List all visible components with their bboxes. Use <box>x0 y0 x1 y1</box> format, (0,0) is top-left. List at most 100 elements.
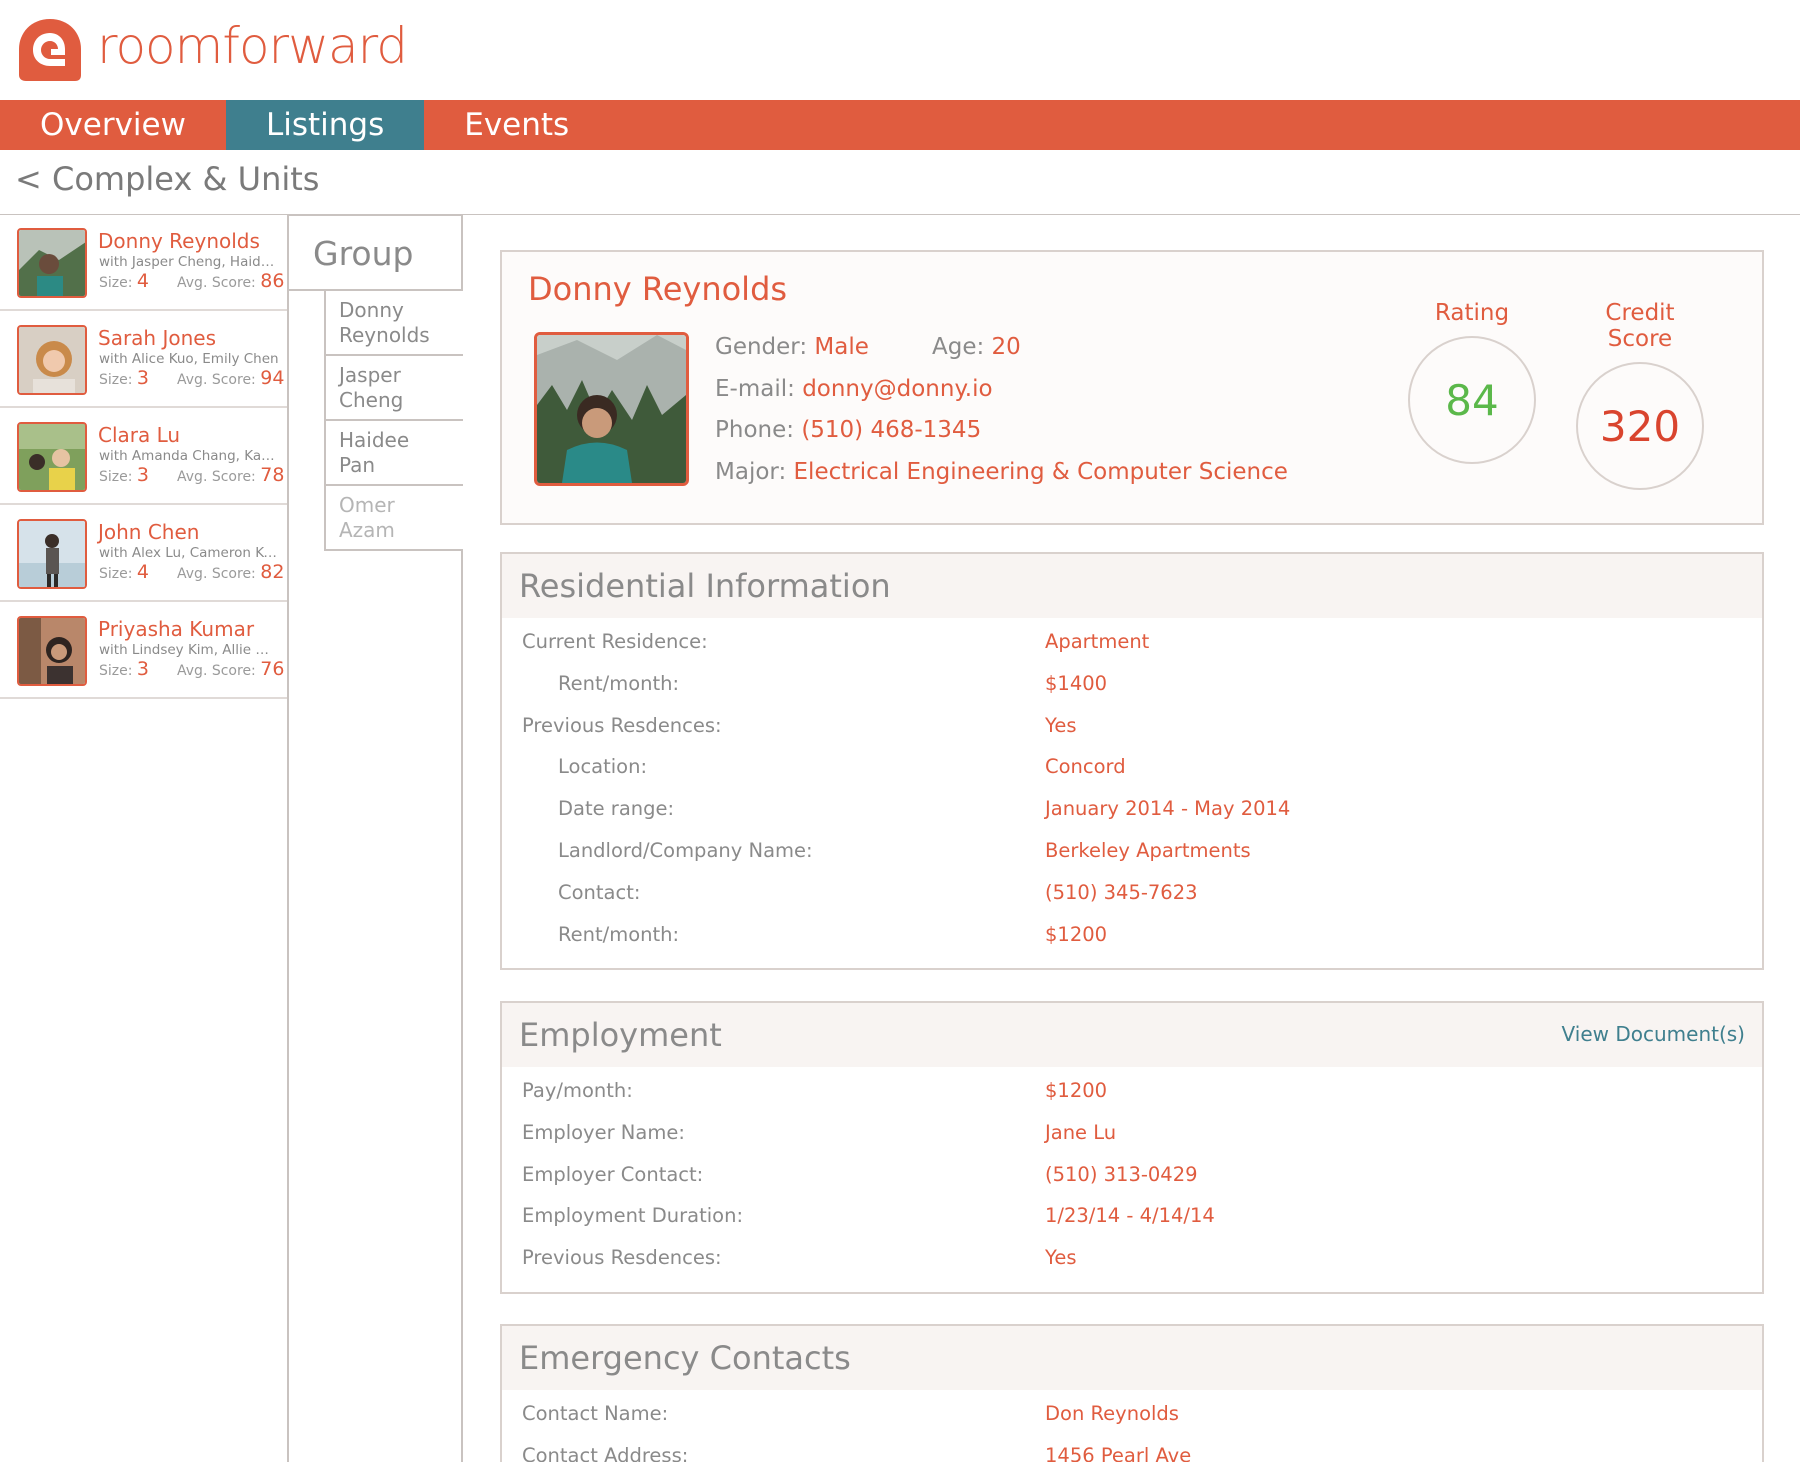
group-member-tab[interactable]: Donny Reynolds <box>324 291 463 356</box>
tab-listings[interactable]: Listings <box>225 100 425 150</box>
score-label: Avg. Score: <box>177 372 256 388</box>
profile-card: Donny Reynolds Gender: Male Age: 20 E-ma… <box>500 250 1764 525</box>
tab-overview[interactable]: Overview <box>0 100 226 150</box>
avg-score: 82 <box>260 561 285 583</box>
row-value: Don Reynolds <box>1045 1402 1179 1425</box>
row-label: Previous Resdences: <box>522 713 722 737</box>
credit-score-label: Credit Score <box>1605 300 1675 352</box>
group-title: Group <box>289 214 463 291</box>
row-label: Date range: <box>558 797 675 821</box>
row-label: Pay/month: <box>522 1079 633 1102</box>
applicant-roommates: with Amanda Chang, Karen... <box>99 448 279 464</box>
info-row: Rent/month: $1400 <box>502 672 1762 714</box>
avg-score: 76 <box>260 658 285 680</box>
info-row: Current Residence: Apartment <box>502 630 1762 672</box>
row-value: Apartment <box>1045 630 1150 653</box>
member-last-name: Reynolds <box>339 323 430 347</box>
section-title: Emergency Contacts <box>502 1326 1762 1390</box>
credit-score-value: 320 <box>1576 362 1704 490</box>
row-label: Rent/month: <box>558 922 680 946</box>
major-value: Electrical Engineering & Computer Scienc… <box>793 459 1288 485</box>
applicant-stats: Size: 4 Avg. Score: 82 <box>99 561 284 583</box>
info-row: Employer Name: Jane Lu <box>502 1121 1762 1163</box>
applicant-name: Donny Reynolds <box>98 229 260 253</box>
score-label: Avg. Score: <box>177 566 256 582</box>
tab-events[interactable]: Events <box>424 100 609 150</box>
applicant-item[interactable]: Priyasha Kumar with Lindsey Kim, Allie H… <box>0 602 287 699</box>
applicant-name: John Chen <box>98 520 200 544</box>
info-row: Landlord/Company Name: Berkeley Apartment… <box>502 839 1762 881</box>
size-label: Size: <box>99 663 133 679</box>
row-value: $1400 <box>1045 671 1108 695</box>
group-member-tab[interactable]: Omer Azam <box>324 486 463 551</box>
info-row: Employment Duration: 1/23/14 - 4/14/14 <box>502 1204 1762 1246</box>
size-label: Size: <box>99 275 133 291</box>
info-row: Date range: January 2014 - May 2014 <box>502 797 1762 839</box>
info-row: Location: Concord <box>502 755 1762 797</box>
logo[interactable]: roomforward <box>15 15 408 83</box>
applicant-name: Clara Lu <box>98 423 181 447</box>
score-label: Avg. Score: <box>177 275 256 291</box>
applicant-item[interactable]: Clara Lu with Amanda Chang, Karen... Siz… <box>0 408 287 505</box>
applicant-roommates: with Lindsey Kim, Allie Hsu <box>99 642 279 658</box>
size-label: Size: <box>99 469 133 485</box>
row-label: Employer Contact: <box>522 1162 704 1186</box>
row-label: Employer Name: <box>522 1120 685 1144</box>
gender-field: Gender: Male <box>715 334 869 360</box>
gender-label: Gender: <box>715 334 808 360</box>
age-value: 20 <box>991 334 1021 360</box>
email-field: E-mail: donny@donny.io <box>715 376 993 402</box>
applicant-item[interactable]: John Chen with Alex Lu, Cameron Kob... S… <box>0 505 287 602</box>
group-size: 4 <box>136 270 150 292</box>
member-last-name: Cheng <box>339 388 404 412</box>
applicant-stats: Size: 4 Avg. Score: 86 <box>99 270 284 292</box>
info-row: Employer Contact: (510) 313-0429 <box>502 1163 1762 1205</box>
view-documents-link[interactable]: View Document(s) <box>1562 1022 1745 1046</box>
row-value: Concord <box>1045 755 1126 779</box>
age-label: Age: <box>932 334 985 360</box>
app-header: roomforward <box>0 0 1800 100</box>
group-member-tab[interactable]: Jasper Cheng <box>324 356 463 421</box>
applicant-stats: Size: 3 Avg. Score: 76 <box>99 658 284 680</box>
email-label: E-mail: <box>715 376 795 402</box>
avatar <box>17 325 87 395</box>
row-label: Rent/month: <box>558 671 680 695</box>
info-row: Previous Resdences: Yes <box>502 714 1762 756</box>
phone-label: Phone: <box>715 417 794 443</box>
rating-label: Rating <box>1434 300 1510 326</box>
age-field: Age: 20 <box>932 334 1021 360</box>
applicant-roommates: with Alice Kuo, Emily Chen <box>99 351 279 367</box>
residential-info-panel: Residential Information Current Residenc… <box>500 552 1764 970</box>
avg-score: 94 <box>260 367 285 389</box>
info-row: Contact: (510) 345-7623 <box>502 881 1762 923</box>
logo-icon <box>19 19 81 81</box>
member-last-name: Pan <box>339 453 376 477</box>
group-member-tab[interactable]: Haidee Pan <box>324 421 463 486</box>
group-size: 3 <box>136 367 150 389</box>
row-value: $1200 <box>1045 922 1108 946</box>
email-link[interactable]: donny@donny.io <box>802 376 992 402</box>
row-value: 1456 Pearl Ave <box>1045 1443 1192 1462</box>
breadcrumb-back-link[interactable]: < Complex & Units <box>15 160 319 198</box>
row-value: 1/23/14 - 4/14/14 <box>1045 1204 1215 1228</box>
score-label: Avg. Score: <box>177 663 256 679</box>
row-label: Location: <box>558 755 648 779</box>
avg-score: 86 <box>260 270 285 292</box>
size-label: Size: <box>99 372 133 388</box>
applicant-item[interactable]: Sarah Jones with Alice Kuo, Emily Chen S… <box>0 311 287 408</box>
row-value: January 2014 - May 2014 <box>1045 797 1291 821</box>
applicant-item[interactable]: Donny Reynolds with Jasper Cheng, Haidee… <box>0 214 287 311</box>
employment-panel: Employment View Document(s) Pay/month: $1… <box>500 1001 1764 1294</box>
emergency-contacts-panel: Emergency Contacts Contact Name: Don Reyn… <box>500 1324 1764 1462</box>
phone-value: (510) 468-1345 <box>801 417 982 443</box>
credit-score-box: Credit Score 320 <box>1573 300 1707 490</box>
info-row: Contact Name: Don Reynolds <box>502 1402 1762 1444</box>
row-label: Previous Resdences: <box>522 1246 722 1270</box>
logo-text: roomforward <box>97 17 408 75</box>
rating-value: 84 <box>1408 336 1536 464</box>
main-nav: Overview Listings Events <box>0 100 1800 150</box>
info-row: Previous Resdences: Yes <box>502 1246 1762 1288</box>
major-field: Major: Electrical Engineering & Computer… <box>715 459 1288 485</box>
rating-box: Rating 84 <box>1407 300 1537 464</box>
applicant-stats: Size: 3 Avg. Score: 94 <box>99 367 284 389</box>
